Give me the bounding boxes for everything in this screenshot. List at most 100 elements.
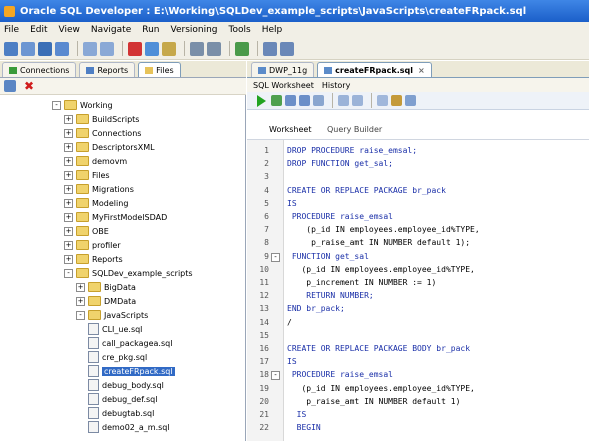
folder-icon <box>76 240 89 250</box>
tree-file[interactable]: debugtab.sql <box>88 407 154 419</box>
close-tab-icon[interactable]: × <box>418 66 425 75</box>
save-icon[interactable] <box>38 41 52 56</box>
expand-icon[interactable]: + <box>64 226 73 236</box>
tree-folder[interactable]: + Files <box>64 169 110 181</box>
tab-history[interactable]: History <box>322 81 350 90</box>
file-tree: - Working + BuildScripts + Connections + Descri… <box>0 95 246 441</box>
refresh-icon[interactable] <box>4 80 16 92</box>
menu-navigate[interactable]: Navigate <box>91 25 131 35</box>
save-all-icon[interactable] <box>55 41 69 56</box>
menu-run[interactable]: Run <box>142 25 159 35</box>
line-number: 6 <box>264 212 269 221</box>
tree-file[interactable]: debug_def.sql <box>88 393 157 405</box>
collapse-icon[interactable]: - <box>64 268 73 278</box>
run-statement-icon[interactable] <box>257 94 266 107</box>
monitor-icon[interactable] <box>280 41 294 56</box>
tree-folder[interactable]: + Migrations <box>64 183 134 195</box>
clear-icon[interactable] <box>377 95 388 106</box>
tree-file[interactable]: call_packagea.sql <box>88 337 172 349</box>
sql-icon[interactable] <box>263 41 277 56</box>
sql-file-icon <box>88 351 99 363</box>
commit-icon[interactable] <box>285 95 296 106</box>
menu-tools[interactable]: Tools <box>229 25 251 35</box>
new-icon[interactable] <box>4 41 18 56</box>
copy-icon[interactable] <box>145 41 159 56</box>
tree-folder[interactable]: + demovm <box>64 155 127 167</box>
tab-reports[interactable]: Reports <box>79 62 136 77</box>
fold-toggle-icon[interactable]: - <box>271 371 280 381</box>
tree-folder[interactable]: - SQLDev_example_scripts <box>64 267 193 279</box>
line-number: 16 <box>259 344 269 353</box>
expand-icon[interactable]: + <box>76 296 85 306</box>
tree-file[interactable]: demo02_a_m.sql <box>88 421 170 433</box>
code-line: END br_pack; <box>287 304 345 314</box>
expand-icon[interactable]: + <box>64 128 73 138</box>
tab-query-builder[interactable]: Query Builder <box>327 125 382 134</box>
expand-icon[interactable]: + <box>64 184 73 194</box>
code-editor[interactable]: 1 2 3 4 5 6 7 8 9-10 11 12 13 14 15 16 17 18-19 20 21 22 DR… <box>247 140 589 441</box>
menu-edit[interactable]: Edit <box>30 25 47 35</box>
expand-icon[interactable]: + <box>64 156 73 166</box>
sql-tuning-icon[interactable] <box>405 95 416 106</box>
fold-toggle-icon[interactable]: - <box>271 252 280 262</box>
run-tool-icon[interactable] <box>235 41 249 56</box>
tree-folder[interactable]: + BigData <box>76 281 136 293</box>
expand-icon[interactable]: + <box>64 198 73 208</box>
menu-file[interactable]: File <box>4 25 19 35</box>
tree-folder[interactable]: + DescriptorsXML <box>64 141 155 153</box>
code-line: IS <box>287 357 297 367</box>
expand-icon[interactable]: + <box>64 114 73 124</box>
collapse-icon[interactable]: - <box>52 100 61 110</box>
tree-folder[interactable]: + Modeling <box>64 197 128 209</box>
cancel-icon[interactable] <box>313 95 324 106</box>
sql-file-icon <box>88 421 99 433</box>
paste-icon[interactable] <box>162 41 176 56</box>
menu-versioning[interactable]: Versioning <box>171 25 218 35</box>
format-icon[interactable] <box>391 95 402 106</box>
tab-connections[interactable]: Connections <box>2 62 77 77</box>
tab-createfrpack[interactable]: createFRpack.sql × <box>317 62 432 77</box>
expand-icon[interactable]: + <box>64 170 73 180</box>
tree-file[interactable]: createFRpack.sql <box>88 365 175 377</box>
tab-dwp-11g[interactable]: DWP_11g <box>251 62 315 77</box>
cut-icon[interactable] <box>128 41 142 56</box>
tab-worksheet[interactable]: Worksheet <box>269 125 311 134</box>
redo-icon[interactable] <box>207 41 221 56</box>
line-number: 5 <box>264 198 269 208</box>
expand-icon[interactable]: + <box>64 212 73 222</box>
delete-icon[interactable]: ✖ <box>24 80 34 92</box>
tree-folder[interactable]: + DMData <box>76 295 136 307</box>
tree-folder[interactable]: + Connections <box>64 127 141 139</box>
undo-icon[interactable] <box>190 41 204 56</box>
expand-icon[interactable]: + <box>64 240 73 250</box>
toolbar-separator <box>371 93 372 108</box>
expand-icon[interactable]: + <box>64 254 73 264</box>
folder-icon <box>88 296 101 306</box>
run-script-icon[interactable] <box>271 95 282 106</box>
tree-folder[interactable]: + BuildScripts <box>64 113 139 125</box>
tree-folder[interactable]: + Reports <box>64 253 123 265</box>
tab-sql-worksheet[interactable]: SQL Worksheet <box>253 81 314 90</box>
menu-view[interactable]: View <box>59 25 80 35</box>
menu-help[interactable]: Help <box>262 25 283 35</box>
collapse-icon[interactable]: - <box>76 310 85 320</box>
tree-file[interactable]: cre_pkg.sql <box>88 351 147 363</box>
autotrace-icon[interactable] <box>352 95 363 106</box>
tree-file[interactable]: CLI_ue.sql <box>88 323 142 335</box>
expand-icon[interactable]: + <box>64 142 73 152</box>
line-number: 13 <box>259 304 269 314</box>
tree-file[interactable]: debug_body.sql <box>88 379 164 391</box>
tree-folder[interactable]: - Working <box>52 99 113 111</box>
back-icon[interactable] <box>83 41 97 56</box>
explain-plan-icon[interactable] <box>338 95 349 106</box>
rollback-icon[interactable] <box>299 95 310 106</box>
expand-icon[interactable]: + <box>76 282 85 292</box>
tab-files[interactable]: Files <box>138 62 181 77</box>
tree-folder[interactable]: + OBE <box>64 225 109 237</box>
sql-file-icon <box>88 337 99 349</box>
tree-folder[interactable]: + MyFirstModelSDAD <box>64 211 167 223</box>
forward-icon[interactable] <box>100 41 114 56</box>
tree-folder[interactable]: - JavaScripts <box>76 309 148 321</box>
tree-folder[interactable]: + profiler <box>64 239 121 251</box>
open-icon[interactable] <box>21 41 35 56</box>
